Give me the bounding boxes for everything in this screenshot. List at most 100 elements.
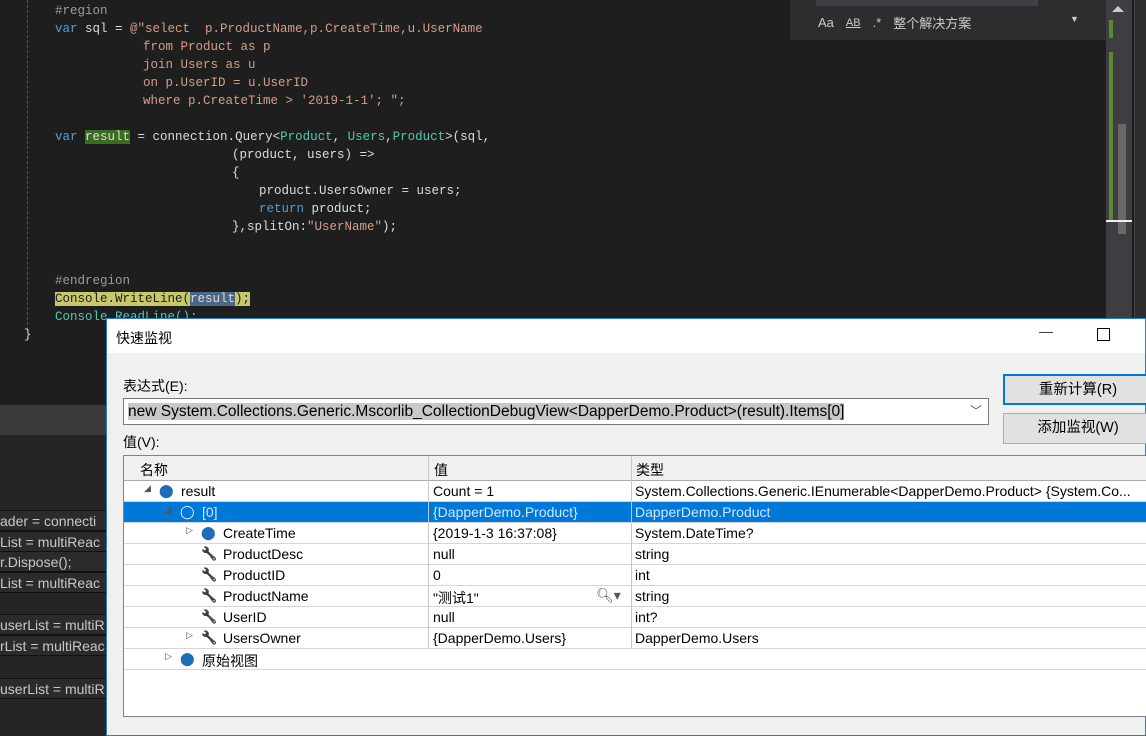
expression-text: new System.Collections.Generic.Mscorlib_… <box>128 403 845 420</box>
quickwatch-dialog: 快速监视 — 表达式(E): new System.Collections.Ge… <box>106 318 1146 736</box>
row-value: null <box>433 546 455 562</box>
wrench-icon: 🔧 <box>201 567 218 582</box>
row-name: [0] <box>202 504 218 520</box>
whole-word-icon[interactable]: AB <box>846 17 861 29</box>
grid-row[interactable]: ◢ ◯ [0] {DapperDemo.Product} DapperDemo.Prod… <box>124 502 1146 523</box>
wrench-icon: 🔧 <box>201 630 218 645</box>
raw-view-icon: ⬤ <box>180 651 195 666</box>
grid-row[interactable]: ▷ ⬤ 原始视图 <box>124 649 1146 670</box>
collapse-arrow-icon[interactable]: ◢ <box>144 483 151 494</box>
grid-header: 名称 值 类型 <box>124 456 1146 481</box>
chevron-down-icon[interactable]: ▼ <box>1070 14 1079 24</box>
add-watch-button[interactable]: 添加监视(W) <box>1003 413 1146 444</box>
code-line: List = multiReac <box>0 531 106 552</box>
code-line: rList = multiReac <box>0 635 106 656</box>
watch-grid[interactable]: 名称 值 类型 ◢ ⬤ result Count = 1 System.Collecti… <box>123 455 1146 717</box>
column-divider[interactable] <box>631 456 632 649</box>
find-panel: Aa AB .* 整个解决方案 ▼ <box>790 0 1106 40</box>
match-case-icon[interactable]: Aa <box>818 15 834 30</box>
row-name: ProductDesc <box>223 546 304 562</box>
code-line: join Users as u <box>143 58 256 72</box>
code-line: ader = connecti <box>0 510 106 531</box>
row-type: DapperDemo.Users <box>635 630 759 646</box>
indent-guide <box>27 0 28 330</box>
row-type: DapperDemo.Product <box>635 504 771 520</box>
row-type: System.DateTime? <box>635 525 754 541</box>
grid-row[interactable]: 🔧 ProductName "测试1" string 🔍︎▾ <box>124 586 1146 607</box>
row-name: CreateTime <box>223 525 296 541</box>
grid-row[interactable]: ▷ ⬤ CreateTime {2019-1-3 16:37:08} System.Da… <box>124 523 1146 544</box>
grid-row[interactable]: 🔧 UserID null int? <box>124 607 1146 628</box>
column-header-value[interactable]: 值 <box>434 460 448 480</box>
grid-row[interactable]: ◢ ⬤ result Count = 1 System.Collections.Gene… <box>124 481 1146 502</box>
expand-arrow-icon[interactable]: ▷ <box>186 525 193 536</box>
code-line: where p.CreateTime > '2019-1-1'; "; <box>143 94 406 108</box>
panel-header <box>0 405 106 435</box>
wrench-icon: 🔧 <box>201 588 218 603</box>
expand-arrow-icon[interactable]: ▷ <box>165 651 172 662</box>
row-value: {DapperDemo.Users} <box>433 630 567 646</box>
expression-combobox[interactable]: new System.Collections.Generic.Mscorlib_… <box>123 398 989 425</box>
scroll-up-icon[interactable] <box>1112 6 1124 12</box>
row-type: System.Collections.Generic.IEnumerable<D… <box>635 483 1131 499</box>
code-line: from Product as p <box>143 40 271 54</box>
find-input[interactable] <box>816 0 1038 6</box>
code-line: var sql = @"select p.ProductName,p.Creat… <box>55 22 483 36</box>
chevron-down-icon[interactable]: ﹀ <box>970 399 982 424</box>
object-icon: ◯ <box>180 504 195 519</box>
code-line: (product, users) => <box>232 148 375 162</box>
change-marker <box>1109 52 1113 220</box>
row-value: "测试1" <box>433 590 479 606</box>
row-type: string <box>635 588 670 604</box>
row-value: 0 <box>433 567 441 583</box>
code-line: #region <box>55 4 108 18</box>
change-marker <box>1109 20 1113 38</box>
code-line: on p.UserID = u.UserID <box>143 76 309 90</box>
editor-scrollbar[interactable] <box>1106 0 1132 330</box>
value-label: 值(V): <box>123 434 160 450</box>
row-name: 原始视图 <box>202 653 258 669</box>
code-line: Console.WriteLine(result); <box>55 292 251 306</box>
expression-label: 表达式(E): <box>123 378 188 394</box>
code-line: return product; <box>259 202 372 216</box>
maximize-button[interactable] <box>1097 328 1110 341</box>
code-line: #endregion <box>55 274 131 288</box>
collapse-arrow-icon[interactable]: ◢ <box>165 504 172 515</box>
dialog-titlebar: 快速监视 — <box>107 319 1145 353</box>
row-name: ProductID <box>223 567 286 583</box>
regex-icon[interactable]: .* <box>873 15 882 30</box>
row-value: {2019-1-3 16:37:08} <box>433 525 557 541</box>
code-line: r.Dispose(); <box>0 551 106 572</box>
side-panel-edge <box>1134 0 1146 330</box>
code-line: var result = connection.Query<Product, U… <box>55 130 491 144</box>
row-value: {DapperDemo.Product} <box>433 504 578 520</box>
code-line: List = multiReac <box>0 572 106 593</box>
row-name: UsersOwner <box>223 630 301 646</box>
text-visualizer-icon[interactable]: 🔍︎▾ <box>596 587 621 604</box>
scroll-thumb[interactable] <box>1118 124 1126 234</box>
code-line: { <box>232 166 240 180</box>
struct-property-icon: ⬤ <box>201 525 216 540</box>
search-scope[interactable]: 整个解决方案 <box>893 13 971 32</box>
minimize-button[interactable]: — <box>1039 323 1053 339</box>
row-type: string <box>635 546 670 562</box>
code-line: },splitOn:"UserName"); <box>232 220 398 234</box>
row-type: int <box>635 567 650 583</box>
code-line: userList = multiR <box>0 614 106 635</box>
wrench-icon: 🔧 <box>201 609 218 624</box>
row-name: result <box>181 483 216 499</box>
caret-marker <box>1106 220 1132 222</box>
code-line: userList = multiR <box>0 678 106 699</box>
expand-arrow-icon[interactable]: ▷ <box>186 630 193 641</box>
grid-row[interactable]: ▷ 🔧 UsersOwner {DapperDemo.Users} DapperDemo… <box>124 628 1146 649</box>
dialog-title: 快速监视 <box>116 330 172 346</box>
column-header-type[interactable]: 类型 <box>636 460 664 480</box>
row-name: UserID <box>223 609 267 625</box>
column-header-name[interactable]: 名称 <box>140 460 168 480</box>
reevaluate-button[interactable]: 重新计算(R) <box>1003 374 1146 405</box>
grid-row[interactable]: 🔧 ProductDesc null string <box>124 544 1146 565</box>
column-divider[interactable] <box>428 456 429 649</box>
row-type: int? <box>635 609 658 625</box>
grid-row[interactable]: 🔧 ProductID 0 int <box>124 565 1146 586</box>
object-icon: ⬤ <box>159 483 174 498</box>
